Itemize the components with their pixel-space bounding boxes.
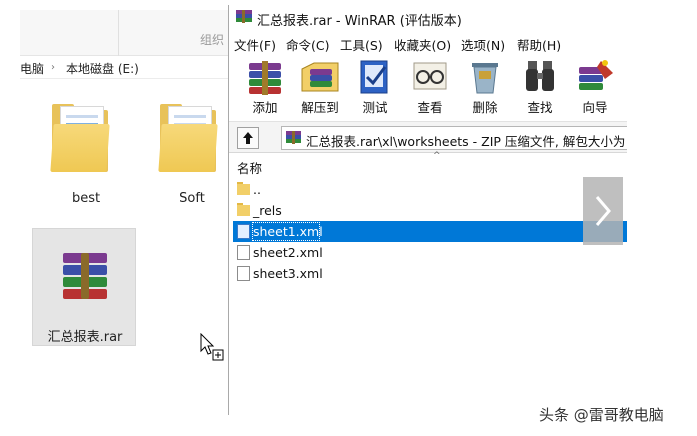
find-button[interactable]: 查找 [510, 55, 570, 117]
extract-to-icon [301, 62, 339, 92]
file-name: sheet1.xml [253, 224, 323, 239]
test-button[interactable]: 测试 [345, 55, 405, 117]
folder-icon [158, 102, 218, 174]
add-archive-icon [249, 61, 281, 95]
rar-file-item[interactable]: 汇总报表.rar [32, 228, 136, 346]
winrar-archive-icon [63, 253, 107, 299]
file-name: _rels [253, 203, 282, 218]
next-slide-button[interactable] [583, 177, 623, 245]
folder-icon [237, 203, 250, 218]
explorer-ribbon: 组织 [20, 10, 230, 56]
document-icon [237, 224, 250, 239]
window-title: 汇总报表.rar - WinRAR (评估版本) [257, 14, 462, 29]
rar-file-label: 汇总报表.rar [47, 330, 123, 345]
breadcrumb-this-pc[interactable]: 电脑 [20, 60, 44, 77]
menu-bar: 文件(F) 命令(C) 工具(S) 收藏夹(O) 选项(N) 帮助(H) [229, 32, 627, 54]
breadcrumb-chevron-icon: › [51, 62, 55, 73]
file-name: sheet2.xml [253, 245, 323, 260]
path-bar: 汇总报表.rar\xl\worksheets - ZIP 压缩文件, 解包大小为… [229, 121, 627, 153]
wizard-icon [579, 60, 613, 90]
delete-bin-icon [472, 63, 498, 94]
file-name: sheet3.xml [253, 266, 323, 281]
folder-label: Soft [179, 191, 205, 206]
menu-favorites[interactable]: 收藏夹(O) [394, 35, 451, 54]
file-list-row[interactable]: sheet2.xml [233, 242, 627, 263]
up-one-level-button[interactable] [237, 127, 259, 149]
delete-label: 删除 [472, 100, 498, 115]
archive-path-field[interactable]: 汇总报表.rar\xl\worksheets - ZIP 压缩文件, 解包大小为… [281, 126, 627, 150]
sort-ascending-icon: ^ [433, 151, 441, 161]
folder-icon [50, 102, 110, 174]
winrar-title-bar[interactable]: 汇总报表.rar - WinRAR (评估版本) [229, 5, 627, 30]
file-name: .. [253, 182, 261, 197]
folder-icon [237, 182, 250, 197]
menu-commands[interactable]: 命令(C) [286, 35, 329, 54]
winrar-archive-icon [286, 131, 301, 144]
menu-help[interactable]: 帮助(H) [517, 35, 561, 54]
file-list-row-selected[interactable]: sheet1.xml [233, 221, 627, 242]
test-label: 测试 [362, 100, 388, 115]
view-glasses-icon [413, 62, 447, 90]
explorer-address-bar[interactable]: 电脑 › 本地磁盘 (E:) [20, 57, 230, 79]
ribbon-group-label: 组织 [200, 33, 225, 47]
ribbon-divider [118, 10, 119, 56]
menu-tools[interactable]: 工具(S) [340, 35, 383, 54]
toolbar: 添加 解压到 测试 查看 删除 查找 向导 [229, 55, 627, 119]
extract-to-label: 解压到 [301, 100, 339, 115]
column-header-name[interactable]: 名称 [237, 158, 262, 177]
find-label: 查找 [527, 100, 553, 115]
file-list-header: ^ 名称 [229, 151, 627, 177]
file-list-row[interactable]: sheet3.xml [233, 263, 627, 284]
archive-path-text: 汇总报表.rar\xl\worksheets - ZIP 压缩文件, 解包大小为… [306, 134, 627, 149]
wizard-label: 向导 [582, 100, 608, 115]
breadcrumb-local-disk[interactable]: 本地磁盘 (E:) [66, 60, 139, 77]
view-label: 查看 [417, 100, 443, 115]
menu-options[interactable]: 选项(N) [461, 35, 505, 54]
find-binoculars-icon [526, 61, 554, 91]
add-button[interactable]: 添加 [235, 55, 295, 117]
document-icon [237, 245, 250, 260]
menu-file[interactable]: 文件(F) [234, 35, 276, 54]
file-list-row[interactable]: .. [233, 179, 627, 200]
add-label: 添加 [252, 100, 278, 115]
arrow-up-icon [243, 132, 253, 144]
wizard-button[interactable]: 向导 [565, 55, 625, 117]
watermark-text: 头条 @雷哥教电脑 [539, 406, 664, 424]
winrar-app-icon [236, 10, 252, 23]
drag-copy-cursor-icon [200, 333, 224, 361]
test-archive-icon [360, 60, 388, 94]
file-explorer-window: 组织 电脑 › 本地磁盘 (E:) best Soft 汇总报表.rar [20, 10, 230, 414]
file-list-row[interactable]: _rels [233, 200, 627, 221]
delete-button[interactable]: 删除 [455, 55, 515, 117]
folder-label: best [71, 191, 101, 206]
winrar-window: 汇总报表.rar - WinRAR (评估版本) 文件(F) 命令(C) 工具(… [228, 5, 627, 415]
view-button[interactable]: 查看 [400, 55, 460, 117]
extract-to-button[interactable]: 解压到 [290, 55, 350, 117]
document-icon [237, 266, 250, 281]
chevron-right-icon [595, 196, 611, 226]
